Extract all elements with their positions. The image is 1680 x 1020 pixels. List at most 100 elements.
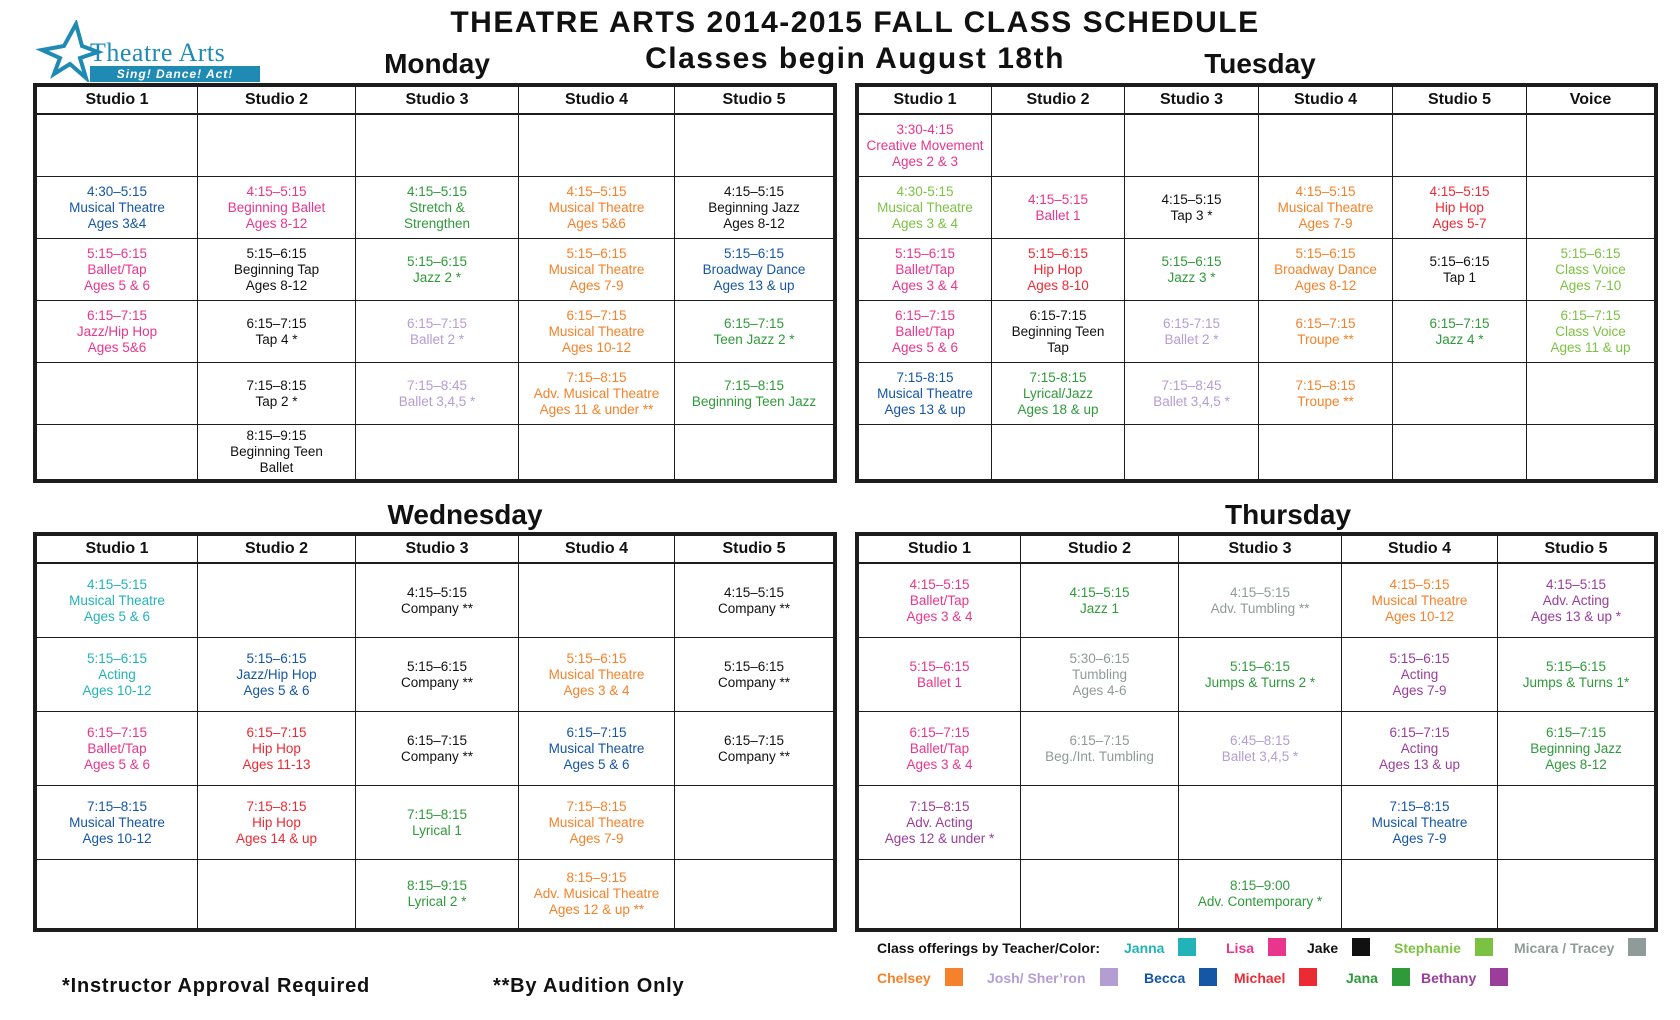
legend-color-swatch [1628, 938, 1646, 956]
class-name: Musical Theatre [548, 666, 645, 682]
class-name: Company ** [400, 748, 474, 764]
empty-cell [675, 860, 833, 928]
class-time: 6:15–7:15 [406, 732, 468, 748]
class-name: Ballet 3,4,5 * [1153, 393, 1230, 409]
class-ages: Ages 3 & 4 [563, 682, 630, 698]
class-time: 5:15–6:15 [1560, 245, 1621, 261]
class-time: 6:15–7:15 [246, 315, 307, 331]
empty-cell [1527, 115, 1654, 177]
legend-color-swatch [1178, 938, 1196, 956]
class-cell: 5:15–6:15 Jazz 3 * [1125, 239, 1259, 301]
class-name: Musical Theatre [69, 199, 165, 215]
class-cell: 4:15–5:15 Adv. Acting Ages 13 & up * [1498, 564, 1654, 638]
class-cell: 6:15–7:15 Teen Jazz 2 * [675, 301, 833, 363]
class-time: 4:15–5:15 [1161, 191, 1222, 207]
class-cell: 4:15–5:15 Adv. Tumbling ** [1179, 564, 1342, 638]
class-cell: 4:15–5:15 Beginning Jazz Ages 8-12 [675, 177, 833, 239]
class-name: Musical Theatre [548, 199, 645, 215]
studio-header: Studio 1 [37, 536, 198, 564]
class-ages: Ages 3&4 [87, 215, 147, 231]
class-time: 5:15–6:15 [1545, 658, 1607, 674]
class-time: 4:15–5:15 [406, 584, 468, 600]
class-name: Class Voice [1555, 261, 1626, 277]
class-ages: Ages 5&6 [567, 215, 626, 231]
class-name: Hip Hop [1033, 261, 1083, 277]
theatre-arts-logo: Theatre Arts Sing! Dance! Act! [36, 20, 266, 82]
class-cell: 6:15–7:15 Jazz/Hip Hop Ages 5&6 [37, 301, 198, 363]
class-time: 4:15–5:15 [406, 183, 468, 199]
empty-cell [1021, 786, 1179, 860]
class-name: Broadway Dance [1274, 261, 1377, 277]
class-cell: 7:15–8:15 Musical Theatre Ages 10-12 [37, 786, 198, 860]
thursday-title: Thursday [1224, 499, 1352, 530]
class-ages: Ages 10-12 [82, 830, 152, 846]
class-time: 7:15–8:15 [86, 798, 148, 814]
class-name: Creative Movement [866, 137, 984, 153]
class-time: 4:15–5:15 [566, 183, 627, 199]
class-ages: Ages 10-12 [1384, 608, 1455, 624]
class-time: 4:30-5:15 [896, 183, 954, 199]
class-ages: Ages 8-12 [1294, 277, 1357, 293]
legend-teacher-name: Stephanie [1394, 940, 1461, 956]
empty-cell [1125, 425, 1259, 479]
studio-header: Studio 3 [356, 87, 519, 115]
studio-header: Studio 2 [1021, 536, 1179, 564]
class-time: 7:15-8:15 [896, 369, 954, 385]
empty-cell [675, 115, 833, 177]
class-cell: 5:15–6:15 Jumps & Turns 2 * [1179, 638, 1342, 712]
class-time: 7:15-8:15 [1029, 369, 1087, 385]
class-cell: 5:15–6:15 Company ** [356, 638, 519, 712]
class-time: 6:15–7:15 [1295, 315, 1356, 331]
class-cell: 5:15–6:15 Hip Hop Ages 8-10 [992, 239, 1125, 301]
class-time: 5:15–6:15 [1161, 253, 1222, 269]
class-time: 5:15–6:15 [246, 245, 307, 261]
class-ages: Ages 4-6 [1072, 682, 1127, 698]
class-name: Beg./Int. Tumbling [1045, 748, 1154, 764]
class-name: Beginning Teen [230, 444, 323, 459]
empty-cell [198, 115, 356, 177]
class-name: Ballet 3,4,5 * [398, 393, 476, 409]
class-time: 4:30–5:15 [86, 183, 148, 199]
class-cell: 7:15–8:15 Beginning Teen Jazz [675, 363, 833, 425]
class-cell: 7:15–8:15 Musical Theatre Ages 7-9 [519, 786, 675, 860]
class-cell: 4:15–5:15 Musical Theatre Ages 5 & 6 [37, 564, 198, 638]
class-time: 6:45–8:15 [1229, 732, 1291, 748]
page-title: THEATRE ARTS 2014-2015 FALL CLASS SCHEDU… [450, 6, 1260, 39]
studio-header: Studio 3 [1125, 87, 1259, 115]
studio-header: Studio 5 [1498, 536, 1654, 564]
class-cell: 4:30–5:15 Musical Theatre Ages 3&4 [37, 177, 198, 239]
class-name: Troupe ** [1297, 331, 1354, 347]
class-time: 4:15–5:15 [1229, 584, 1291, 600]
empty-cell [198, 564, 356, 638]
class-ages: Ages 7-9 [1298, 215, 1353, 231]
class-ages: Ages 13 & up [1378, 756, 1461, 772]
empty-cell [519, 115, 675, 177]
class-cell: 4:15–5:15 Musical Theatre Ages 7-9 [1259, 177, 1393, 239]
class-name: Ballet 2 * [409, 331, 465, 347]
class-name: Beginning Jazz [1530, 740, 1622, 756]
class-cell: 6:15–7:15 Ballet/Tap Ages 5 & 6 [37, 712, 198, 786]
class-time: 6:15-7:15 [1029, 307, 1087, 323]
class-time: 5:15–6:15 [406, 658, 468, 674]
class-ages: Ages 8-12 [1545, 756, 1607, 772]
class-time: 5:15–6:15 [723, 658, 785, 674]
class-cell: 7:15–8:15 Tap 2 * [198, 363, 356, 425]
class-name: Musical Theatre [69, 592, 165, 608]
class-name: Ballet/Tap [87, 261, 147, 277]
logo-name: Theatre Arts [90, 38, 226, 67]
class-cell: 6:15–7:15 Company ** [356, 712, 519, 786]
class-ages: Ages 13 & up [713, 277, 795, 293]
class-name: Teen Jazz 2 * [713, 331, 795, 347]
empty-cell [198, 860, 356, 928]
empty-cell [37, 425, 198, 479]
class-name: Musical Theatre [548, 740, 645, 756]
legend-color-swatch [1268, 938, 1286, 956]
class-time: 6:15–7:15 [86, 724, 148, 740]
class-time: 4:15–5:15 [86, 576, 148, 592]
class-time: 4:15–5:15 [1027, 191, 1089, 207]
class-ages: Ages 7-10 [1559, 277, 1622, 293]
class-time: 4:15–5:15 [1429, 183, 1490, 199]
class-name: Jazz 4 * [1435, 331, 1484, 347]
legend-color-swatch [1299, 968, 1317, 986]
audition-note: **By Audition Only [493, 975, 685, 997]
